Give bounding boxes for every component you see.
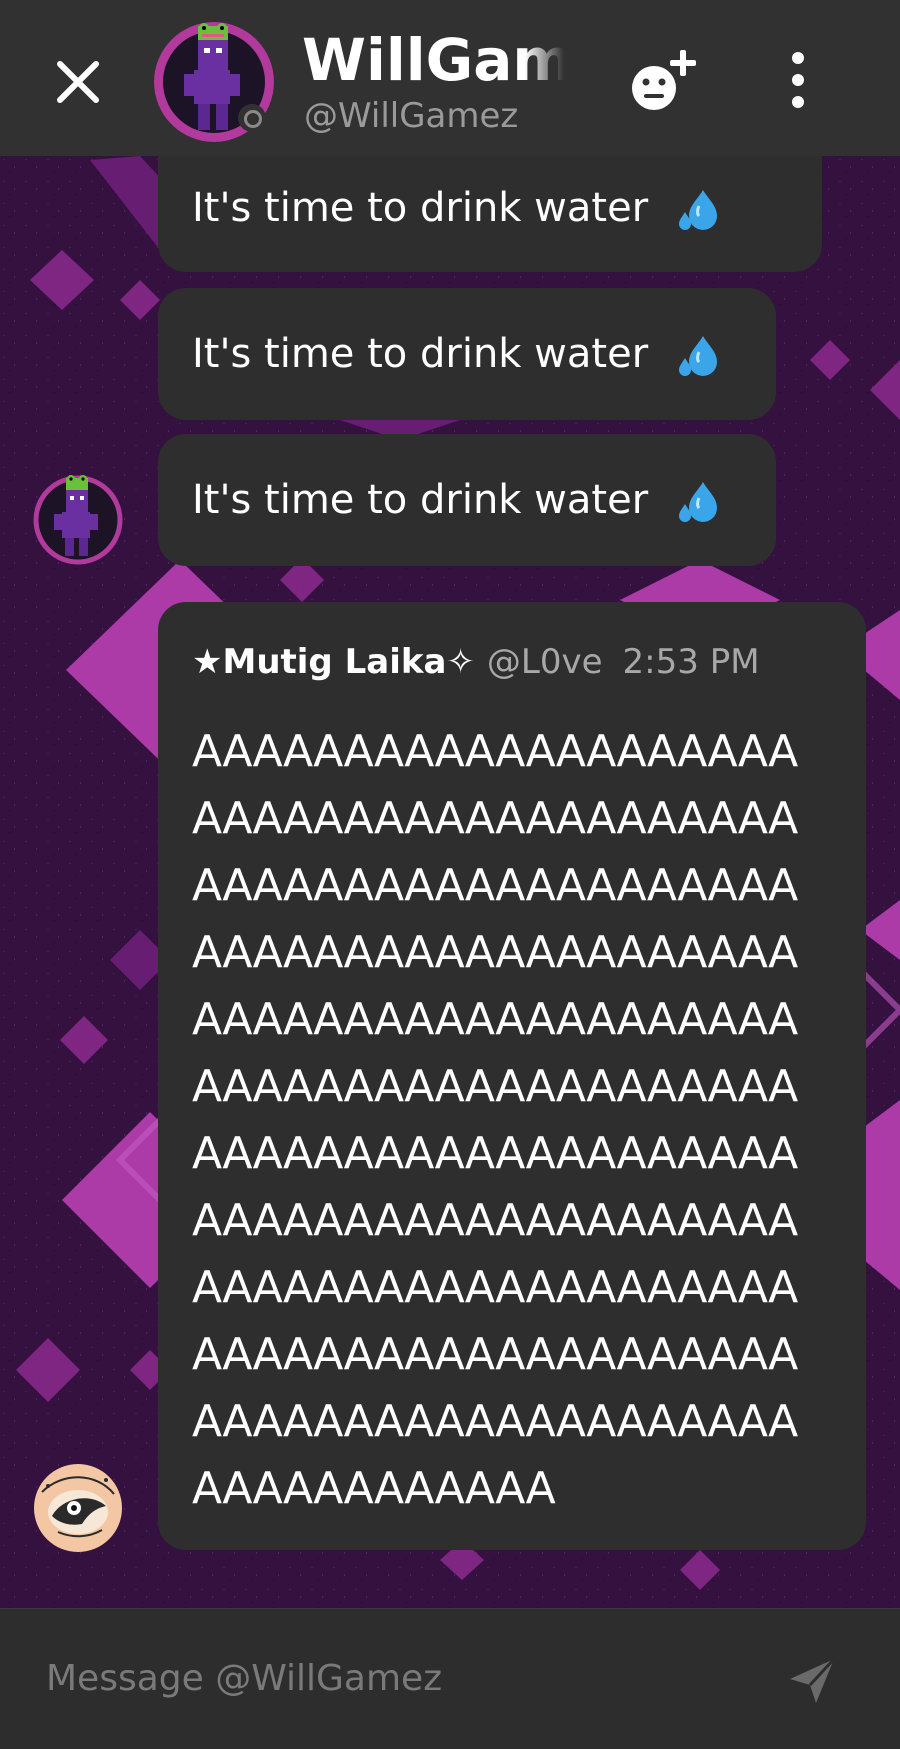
- quoted-text-line: AAAAAAAAAAAAAAAAAAAA: [192, 1262, 798, 1313]
- sweat-droplets-icon: [678, 482, 717, 522]
- sender-avatar[interactable]: [32, 474, 124, 566]
- quoted-text-line: AAAAAAAAAAAAAAAAAAAA: [192, 1195, 798, 1246]
- message-composer: [0, 1608, 900, 1749]
- sweat-droplets-icon: [678, 336, 717, 376]
- message-text: It's time to drink water: [192, 331, 649, 377]
- quoted-timestamp: 2:53 PM: [622, 642, 760, 682]
- quoted-text-line: AAAAAAAAAAAAAAAAAAAA: [192, 1128, 798, 1179]
- conversation-handle: @WillGamez: [304, 96, 519, 136]
- quoted-text-line: AAAAAAAAAAAAAAAAAAAA: [192, 1396, 798, 1447]
- message-bubble[interactable]: It's time to drink water: [158, 288, 776, 420]
- quoted-text-line: AAAAAAAAAAAAAAAAAAAA: [192, 1061, 798, 1112]
- astronaut-dog-avatar-icon: [34, 1464, 122, 1552]
- message-text: It's time to drink water: [192, 477, 649, 523]
- more-vertical-icon: [792, 52, 804, 108]
- message-text: It's time to drink water: [192, 185, 649, 231]
- send-button[interactable]: [786, 1653, 840, 1707]
- quoted-text-line: AAAAAAAAAAAAAAAAAAAA: [192, 726, 798, 777]
- quoted-text-line: AAAAAAAAAAAAAAAAAAAA: [192, 927, 798, 978]
- add-friend-icon: [632, 50, 696, 110]
- chat-header: WillGamez @WillGamez: [0, 0, 900, 156]
- quoted-text-line: AAAAAAAAAAAA: [192, 1463, 556, 1514]
- message-input[interactable]: [44, 1647, 748, 1709]
- quoted-text-line: AAAAAAAAAAAAAAAAAAAA: [192, 793, 798, 844]
- pixel-character-avatar-icon: [33, 475, 123, 565]
- dm-screen: WillGamez @WillGamez It's time to drink …: [0, 0, 900, 1749]
- quoted-text-line: AAAAAAAAAAAAAAAAAAAA: [192, 994, 798, 1045]
- send-icon: [790, 1657, 836, 1703]
- close-icon: [57, 61, 99, 103]
- more-options-button[interactable]: [774, 48, 824, 112]
- offline-status-indicator: [238, 104, 266, 132]
- message-bubble[interactable]: It's time to drink water: [158, 434, 776, 566]
- add-friend-button[interactable]: [624, 44, 704, 120]
- sweat-droplets-icon: [678, 190, 717, 230]
- quoted-author-avatar[interactable]: [32, 1462, 124, 1554]
- quoted-message-card[interactable]: ★Mutig Laika✧ @L0ve 2:53 PM AAAAAAAAAAAAAA…: [158, 602, 866, 1550]
- conversation-title[interactable]: WillGamez: [302, 24, 564, 96]
- quoted-text-line: AAAAAAAAAAAAAAAAAAAA: [192, 1329, 798, 1380]
- quoted-text-line: AAAAAAAAAAAAAAAAAAAA: [192, 860, 798, 911]
- close-button[interactable]: [50, 54, 106, 110]
- quoted-message-text: AAAAAAAAAAAAAAAAAAAA AAAAAAAAAAAAAAAAAAA…: [192, 718, 812, 1522]
- quoted-message-header: ★Mutig Laika✧ @L0ve 2:53 PM: [192, 642, 760, 682]
- quoted-author-name[interactable]: ★Mutig Laika✧: [192, 642, 475, 682]
- quoted-author-handle: @L0ve: [486, 642, 603, 682]
